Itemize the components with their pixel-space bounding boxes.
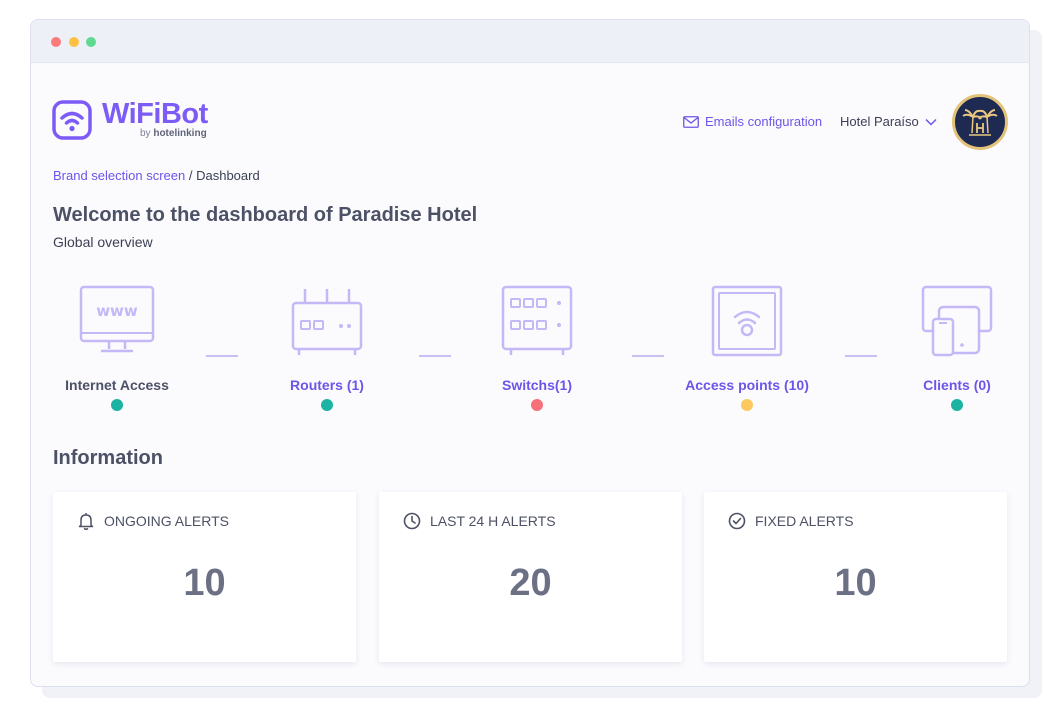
card-header: FIXED ALERTS	[728, 512, 854, 530]
www-monitor-icon: www	[79, 285, 155, 353]
card-label: LAST 24 H ALERTS	[430, 513, 556, 529]
emails-configuration-link[interactable]: Emails configuration	[683, 114, 822, 129]
status-dot-internet-access	[111, 399, 123, 411]
chevron-down-icon	[925, 118, 937, 126]
status-dot-switches	[531, 399, 543, 411]
node-label-clients: Clients (0)	[923, 377, 991, 393]
hotel-selector-value: Hotel Paraíso	[840, 114, 919, 129]
card-header: LAST 24 H ALERTS	[403, 512, 556, 530]
node-switches[interactable]: Switchs(1)	[462, 283, 612, 411]
connector-line	[845, 355, 877, 357]
card-label: FIXED ALERTS	[755, 513, 854, 529]
close-window-dot[interactable]	[51, 37, 61, 47]
card-value: 10	[834, 562, 877, 604]
last-24h-alerts-card[interactable]: LAST 24 H ALERTS 20	[379, 492, 682, 662]
card-value: 20	[509, 562, 552, 604]
clock-icon	[403, 512, 421, 530]
wifi-logo-icon	[52, 100, 92, 140]
node-access-points[interactable]: Access points (10)	[672, 283, 822, 411]
brand-name: WiFiBot	[102, 98, 208, 130]
page-title: Welcome to the dashboard of Paradise Hot…	[53, 204, 478, 226]
status-dot-clients	[951, 399, 963, 411]
palm-trees-logo-icon	[962, 109, 998, 136]
breadcrumb: Brand selection screen / Dashboard	[53, 168, 260, 183]
connector-line	[419, 355, 451, 357]
node-clients[interactable]: Clients (0)	[882, 283, 1032, 411]
page-subtitle: Global overview	[53, 234, 153, 250]
node-internet-access[interactable]: www Internet Access	[42, 283, 192, 411]
breadcrumb-current: Dashboard	[196, 168, 260, 183]
svg-text:www: www	[96, 302, 138, 320]
node-label-internet-access: Internet Access	[65, 377, 169, 393]
brand-byline: by hotelinking	[140, 128, 207, 139]
node-label-access-points: Access points (10)	[685, 377, 809, 393]
router-icon	[291, 289, 363, 355]
hotel-avatar[interactable]	[952, 94, 1008, 150]
status-dot-access-points	[741, 399, 753, 411]
card-value: 10	[183, 562, 226, 604]
wifibot-logo[interactable]: WiFiBot by hotelinking	[52, 98, 212, 148]
bell-icon	[78, 513, 94, 530]
access-point-icon	[711, 285, 783, 357]
connector-line	[206, 355, 238, 357]
hotel-selector[interactable]: Hotel Paraíso	[840, 114, 937, 129]
card-label: ONGOING ALERTS	[104, 513, 229, 529]
connector-line	[632, 355, 664, 357]
emails-configuration-label: Emails configuration	[705, 114, 823, 129]
status-dot-routers	[321, 399, 333, 411]
node-label-routers: Routers (1)	[290, 377, 364, 393]
ongoing-alerts-card[interactable]: ONGOING ALERTS 10	[53, 492, 356, 662]
breadcrumb-separator: /	[185, 168, 197, 183]
maximize-window-dot[interactable]	[86, 37, 96, 47]
envelope-icon	[683, 115, 699, 128]
devices-icon	[921, 285, 993, 357]
check-circle-icon	[728, 512, 746, 530]
window-titlebar	[31, 20, 1029, 63]
node-routers[interactable]: Routers (1)	[252, 283, 402, 411]
information-title: Information	[53, 447, 163, 469]
fixed-alerts-card[interactable]: FIXED ALERTS 10	[704, 492, 1007, 662]
card-header: ONGOING ALERTS	[77, 512, 229, 530]
node-label-switches: Switchs(1)	[501, 377, 572, 393]
minimize-window-dot[interactable]	[69, 37, 79, 47]
switch-icon	[501, 285, 573, 355]
breadcrumb-brand-selection[interactable]: Brand selection screen	[53, 168, 185, 183]
